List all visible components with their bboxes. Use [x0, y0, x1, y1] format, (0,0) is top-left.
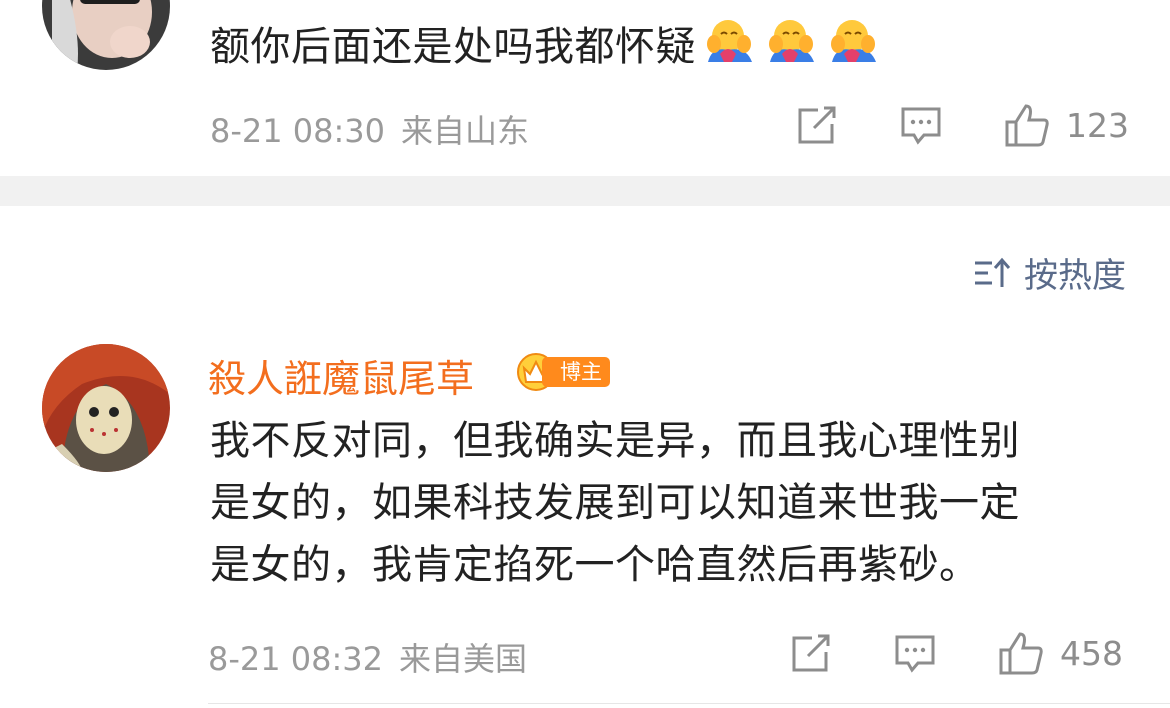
avatar[interactable] [42, 0, 170, 70]
comment-bubble-icon [895, 635, 935, 673]
sort-label: 按热度 [1024, 256, 1126, 296]
comment-text: 额你后面还是处吗我都怀疑 [210, 16, 882, 80]
comment-time: 8-21 08:32 [208, 640, 384, 678]
badge-label: 博主 [542, 357, 610, 387]
blogger-badge: 博主 [516, 352, 610, 392]
section-divider [0, 176, 1170, 206]
comment-text-line: 是女的，我肯定掐死一个哈直然后再紫砂。 [210, 542, 980, 588]
hug-face-emoji [826, 18, 882, 80]
like-count: 458 [1060, 633, 1123, 673]
thumbs-up-icon [1005, 104, 1049, 147]
divider-line [208, 703, 1170, 704]
sort-icon [975, 257, 1011, 287]
sort-button[interactable]: 按热度 [974, 248, 1126, 297]
comment-location: 来自美国 [399, 640, 528, 678]
username[interactable]: 殺人誑魔鼠尾草 [208, 348, 474, 403]
thumbs-up-icon [999, 632, 1043, 675]
like-count: 123 [1066, 105, 1129, 145]
share-icon [798, 106, 836, 144]
hug-face-emoji [764, 18, 820, 80]
comment-text-line: 我不反对同，但我确实是异，而且我心理性别 [210, 418, 1020, 464]
share-button[interactable] [790, 634, 832, 674]
like-button[interactable]: 458 [998, 630, 1123, 676]
reply-button[interactable] [894, 634, 936, 674]
reply-button[interactable] [900, 106, 942, 146]
comment-text: 我不反对同，但我确实是异，而且我心理性别 是女的，如果科技发展到可以知道来世我一… [210, 410, 1020, 596]
avatar[interactable] [42, 344, 170, 472]
hug-face-emoji [702, 18, 758, 80]
comment-meta: 8-21 08:32 来自美国 [208, 634, 527, 680]
comment-bubble-icon [901, 107, 941, 145]
share-button[interactable] [796, 106, 838, 146]
comment-text-line: 是女的，如果科技发展到可以知道来世我一定 [210, 480, 1020, 526]
share-icon [792, 634, 830, 672]
comment-location: 来自山东 [401, 112, 530, 150]
like-button[interactable]: 123 [1004, 102, 1129, 148]
comment-meta: 8-21 08:30 来自山东 [210, 106, 529, 152]
comment-text-content: 额你后面还是处吗我都怀疑 [210, 24, 696, 70]
comment-time: 8-21 08:30 [210, 112, 386, 150]
